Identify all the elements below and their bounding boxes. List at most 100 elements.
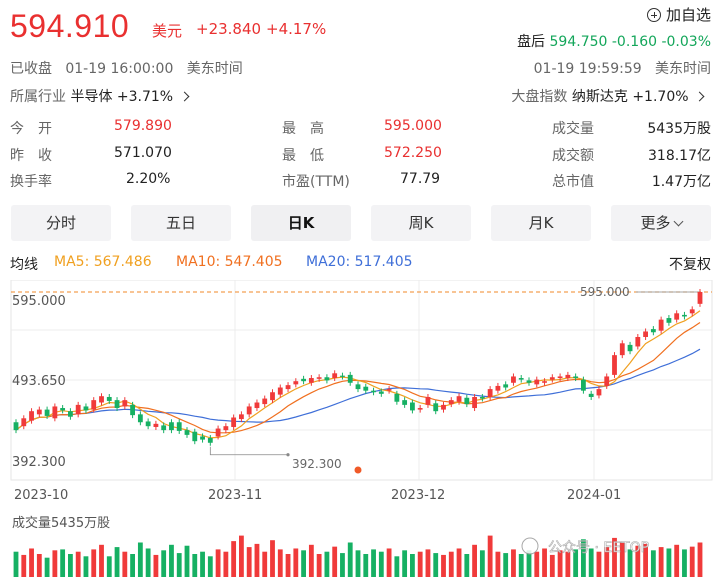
industry-name: 半导体 bbox=[70, 89, 113, 105]
volume-bar bbox=[697, 542, 703, 577]
stat-label-market-cap: 总市值 bbox=[552, 174, 594, 190]
tab-monthly-k[interactable]: 月K bbox=[491, 205, 591, 241]
candle-body bbox=[106, 396, 112, 401]
volume-bar bbox=[262, 551, 268, 577]
y-tick-high: 595.000 bbox=[12, 294, 66, 309]
candle-body bbox=[192, 431, 198, 442]
volume-bar bbox=[238, 535, 244, 577]
event-dot bbox=[354, 466, 362, 474]
index-link[interactable]: 大盘指数 纳斯达克 +1.70% bbox=[511, 86, 705, 106]
candle-body bbox=[223, 426, 229, 431]
candle-body bbox=[308, 378, 314, 383]
volume-bar bbox=[285, 554, 291, 577]
candle-body bbox=[91, 400, 97, 410]
candle-body bbox=[456, 396, 462, 402]
candle-body bbox=[650, 329, 656, 333]
high-price-marker: 595.000 bbox=[580, 285, 630, 299]
stat-label-open: 今 开 bbox=[10, 121, 52, 137]
candle-body bbox=[448, 400, 454, 405]
candle-body bbox=[215, 428, 221, 437]
stat-label-low: 最 低 bbox=[282, 148, 324, 164]
candle-body bbox=[658, 319, 664, 331]
volume-bar bbox=[363, 554, 369, 577]
volume-bar bbox=[479, 550, 485, 577]
kline-chart[interactable]: 595.000 493.650 392.300 2023-10 2023-11 … bbox=[0, 280, 719, 577]
candle-body bbox=[52, 406, 58, 419]
candle-body bbox=[285, 385, 291, 390]
candlesticks bbox=[13, 289, 703, 446]
volume-bar bbox=[83, 556, 89, 577]
add-watchlist-button[interactable]: 加自选 bbox=[646, 4, 711, 25]
candle-body bbox=[270, 392, 275, 401]
volume-bar bbox=[13, 551, 19, 577]
volume-label: 成交量5435万股 bbox=[12, 515, 110, 531]
candle-body bbox=[363, 386, 369, 391]
stat-value-open: 579.890 bbox=[114, 118, 172, 134]
volume-bar bbox=[106, 556, 112, 577]
candle-body bbox=[29, 411, 34, 421]
candle-body bbox=[13, 422, 19, 431]
x-tick-nov: 2023-11 bbox=[208, 488, 262, 503]
ma10-line bbox=[15, 322, 701, 434]
after-hours-change: -0.160 bbox=[611, 34, 658, 50]
candle-body bbox=[169, 422, 174, 431]
volume-bar bbox=[254, 543, 260, 577]
volume-bar bbox=[316, 554, 322, 577]
market-status: 已收盘 bbox=[10, 61, 52, 77]
chevron-down-icon bbox=[673, 216, 683, 227]
candle-body bbox=[153, 423, 159, 427]
candle-body bbox=[573, 376, 579, 379]
candle-body bbox=[666, 318, 672, 323]
candle-body bbox=[75, 404, 81, 415]
volume-bar bbox=[99, 544, 104, 577]
stat-value-pe: 77.79 bbox=[400, 171, 441, 187]
volume-bar bbox=[534, 551, 540, 577]
volume-bar bbox=[145, 548, 151, 577]
volume-bar bbox=[67, 554, 73, 577]
index-change: +1.70% bbox=[632, 89, 689, 105]
volume-bar bbox=[184, 545, 190, 577]
candle-body bbox=[697, 292, 703, 304]
adjust-toggle[interactable]: 不复权 bbox=[669, 254, 711, 274]
candle-body bbox=[145, 421, 151, 427]
close-timezone: 美东时间 bbox=[186, 61, 243, 77]
volume-bar bbox=[308, 544, 314, 577]
after-hours-pct: -0.03% bbox=[661, 34, 711, 50]
after-hours-time-line: 01-19 19:59:59 美东时间 bbox=[534, 58, 711, 78]
candle-body bbox=[122, 400, 128, 407]
volume-bar bbox=[487, 535, 493, 577]
stat-value-market-cap: 1.47万亿 bbox=[651, 174, 711, 190]
tab-five-day[interactable]: 五日 bbox=[131, 205, 231, 241]
volume-bar bbox=[215, 549, 221, 577]
volume-bar bbox=[347, 542, 353, 577]
volume-bar bbox=[394, 556, 400, 577]
candle-body bbox=[332, 373, 338, 379]
market-status-line: 已收盘 01-19 16:00:00 美东时间 bbox=[10, 58, 243, 78]
volume-bar bbox=[223, 551, 229, 577]
volume-bar bbox=[409, 554, 415, 577]
candle-body bbox=[184, 430, 190, 435]
stat-value-prev-close: 571.070 bbox=[114, 145, 172, 161]
plus-circle-icon bbox=[646, 8, 661, 22]
volume-bar bbox=[658, 547, 664, 577]
candle-body bbox=[580, 379, 586, 391]
industry-link[interactable]: 所属行业 半导体 +3.71% bbox=[10, 86, 190, 106]
x-tick-jan: 2024-01 bbox=[567, 488, 621, 503]
volume-bar bbox=[277, 549, 283, 577]
volume-bar bbox=[44, 557, 50, 577]
candle-body bbox=[635, 336, 641, 347]
candle-body bbox=[596, 389, 602, 396]
volume-bar bbox=[433, 553, 439, 577]
volume-bar bbox=[52, 550, 58, 577]
candle-body bbox=[60, 408, 66, 411]
candle-body bbox=[83, 406, 89, 411]
tab-weekly-k[interactable]: 周K bbox=[371, 205, 471, 241]
volume-bar bbox=[122, 551, 128, 577]
candle-body bbox=[386, 389, 392, 391]
candle-body bbox=[526, 380, 532, 383]
tab-more[interactable]: 更多 bbox=[611, 205, 711, 241]
candle-body bbox=[130, 404, 136, 416]
tab-intraday[interactable]: 分时 bbox=[11, 205, 111, 241]
tab-daily-k[interactable]: 日K bbox=[251, 205, 351, 241]
volume-bar bbox=[456, 548, 462, 577]
